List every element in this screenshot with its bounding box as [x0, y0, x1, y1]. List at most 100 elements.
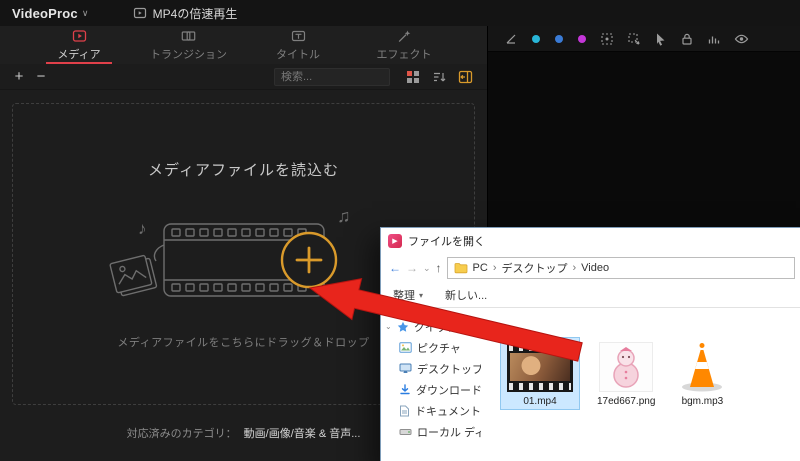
- dropzone-hint: メディアファイルをこちらにドラッグ＆ドロップ: [117, 336, 370, 349]
- categories-label: 対応済みのカテゴリ：: [126, 428, 237, 440]
- dialog-body: ⌄ クイック アクセス ピクチャ: [381, 310, 800, 461]
- blue-marker-icon[interactable]: [554, 34, 564, 44]
- breadcrumb[interactable]: PC › デスクトップ › Video: [446, 257, 795, 279]
- download-icon: [400, 383, 410, 394]
- organize-label: 整理: [393, 290, 415, 302]
- file-item-01-mp4[interactable]: 01.mp4: [500, 337, 580, 410]
- forward-button[interactable]: →: [406, 262, 418, 274]
- dropzone-headline: メディアファイルを読込む: [148, 161, 339, 179]
- tab-titles[interactable]: タイトル: [263, 26, 333, 64]
- collapse-panel-icon[interactable]: [458, 70, 473, 84]
- star-icon: [397, 321, 408, 332]
- sidebar-item-quick-access[interactable]: ⌄ クイック アクセス: [381, 316, 481, 337]
- chevron-right-icon: ›: [572, 262, 577, 274]
- media-tab-icon: [72, 30, 86, 42]
- chevron-down-icon: ▾: [419, 290, 424, 300]
- app-logo-menu[interactable]: VideoProc ∨: [12, 6, 89, 21]
- eye-icon[interactable]: [734, 33, 749, 45]
- chevron-right-icon: ›: [492, 262, 497, 274]
- search-input[interactable]: [275, 70, 389, 83]
- vlc-cone-icon: [682, 343, 723, 392]
- video-frame-image: [510, 353, 570, 381]
- file-name: 17ed667.png: [597, 396, 656, 407]
- document-icon: [400, 405, 409, 416]
- sidebar-label: ピクチャ: [417, 342, 461, 355]
- dialog-address-bar: ← → ⌄ ↑ PC › デスクトップ › Video: [381, 253, 800, 283]
- sidebar-item-pictures[interactable]: ピクチャ: [381, 337, 481, 358]
- breadcrumb-item-desktop[interactable]: デスクトップ: [502, 260, 568, 276]
- filmstrip-illustration: ♪ ♫: [109, 206, 350, 297]
- photo-stack-icon: [109, 254, 157, 296]
- back-button[interactable]: ←: [389, 262, 401, 274]
- active-tab-underline: [46, 62, 112, 64]
- sidebar-item-desktop[interactable]: デスクトップ: [381, 358, 481, 379]
- dialog-title-bar[interactable]: ▶ ファイルを開く: [381, 228, 800, 253]
- filmstrip-perforations: [509, 344, 571, 351]
- dialog-toolbar: 整理 ▾ 新しい...: [381, 283, 800, 308]
- marquee-move-icon[interactable]: [627, 32, 641, 46]
- pictures-icon: [399, 342, 412, 353]
- magenta-marker-icon[interactable]: [577, 34, 587, 44]
- sidebar-label: ローカル ディスク...: [417, 426, 481, 439]
- library-tabs: メディア トランジション タイトル エフェクト: [0, 26, 487, 64]
- preview-toolbar: [488, 26, 800, 52]
- tab-media[interactable]: メディア: [44, 26, 114, 64]
- image-thumbnail: [599, 342, 654, 392]
- file-list: 01.mp4 17ed667.png bgm.mp3: [481, 310, 800, 461]
- breadcrumb-item-pc[interactable]: PC: [473, 262, 488, 274]
- sidebar-item-downloads[interactable]: ダウンロード: [381, 379, 481, 400]
- library-view-controls: [406, 70, 473, 84]
- tab-label-effects: エフェクト: [376, 49, 432, 61]
- chevron-down-icon: ⌄: [385, 322, 392, 331]
- thumbnail-view-icon[interactable]: [406, 70, 420, 84]
- sidebar-label: ダウンロード: [416, 384, 481, 397]
- remove-media-button[interactable]: −: [30, 66, 52, 88]
- organize-menu[interactable]: 整理 ▾: [393, 287, 423, 303]
- sidebar-label: デスクトップ: [417, 363, 481, 376]
- project-title-group: MP4の倍速再生: [133, 5, 238, 22]
- file-item-bgm-mp3[interactable]: bgm.mp3: [673, 338, 731, 409]
- new-folder-button[interactable]: 新しい...: [445, 287, 487, 303]
- filmstrip-perforations: [509, 383, 571, 390]
- tab-effects[interactable]: エフェクト: [369, 26, 439, 64]
- sort-icon[interactable]: [432, 70, 446, 84]
- app-logo-text: VideoProc: [12, 5, 78, 21]
- tab-label-media: メディア: [57, 49, 101, 61]
- tab-label-titles: タイトル: [276, 49, 320, 61]
- effects-tab-icon: [398, 30, 410, 42]
- new-folder-label: 新しい...: [445, 290, 488, 302]
- sidebar-item-documents[interactable]: ドキュメント: [381, 400, 481, 421]
- tab-label-transitions: トランジション: [150, 49, 227, 61]
- desktop-icon: [399, 363, 412, 373]
- project-title: MP4の倍速再生: [152, 6, 238, 21]
- breadcrumb-item-video[interactable]: Video: [581, 262, 609, 274]
- crosshair-select-icon[interactable]: [600, 32, 614, 46]
- videoproc-window: VideoProc ∨ MP4の倍速再生 メディア トランジション タイトル エ…: [0, 0, 800, 461]
- sidebar-item-local-disk[interactable]: ローカル ディスク...: [381, 421, 481, 442]
- file-name: 01.mp4: [523, 396, 557, 407]
- search-box: [274, 67, 390, 86]
- histogram-icon[interactable]: [707, 32, 721, 46]
- up-button[interactable]: ↑: [436, 262, 442, 274]
- measure-tool-icon[interactable]: [504, 32, 518, 46]
- dialog-sidebar: ⌄ クイック アクセス ピクチャ: [381, 310, 481, 461]
- transitions-tab-icon: [181, 31, 196, 41]
- snowman-image: [613, 347, 639, 388]
- categories-value: 動画/画像/音楽 & 音声...: [243, 428, 361, 440]
- lock-icon[interactable]: [680, 32, 694, 46]
- titles-tab-icon: [291, 30, 305, 42]
- tab-transitions[interactable]: トランジション: [150, 26, 227, 64]
- music-note-icon: ♪: [138, 219, 147, 238]
- add-media-circle-button: [280, 231, 337, 288]
- dialog-title: ファイルを開く: [408, 235, 485, 248]
- add-media-button[interactable]: +: [8, 66, 30, 88]
- disk-icon: [399, 428, 412, 435]
- open-file-dialog: ▶ ファイルを開く ← → ⌄ ↑ PC › デスクトップ › Video 整理…: [380, 227, 800, 461]
- video-thumbnail: [507, 342, 573, 392]
- sidebar-label: クイック アクセス: [413, 321, 481, 334]
- cyan-marker-icon[interactable]: [531, 34, 541, 44]
- library-toolbar: + −: [0, 64, 487, 90]
- history-dropdown-icon[interactable]: ⌄: [423, 263, 431, 273]
- cursor-icon[interactable]: [654, 32, 667, 46]
- file-item-17ed667-png[interactable]: 17ed667.png: [591, 338, 661, 409]
